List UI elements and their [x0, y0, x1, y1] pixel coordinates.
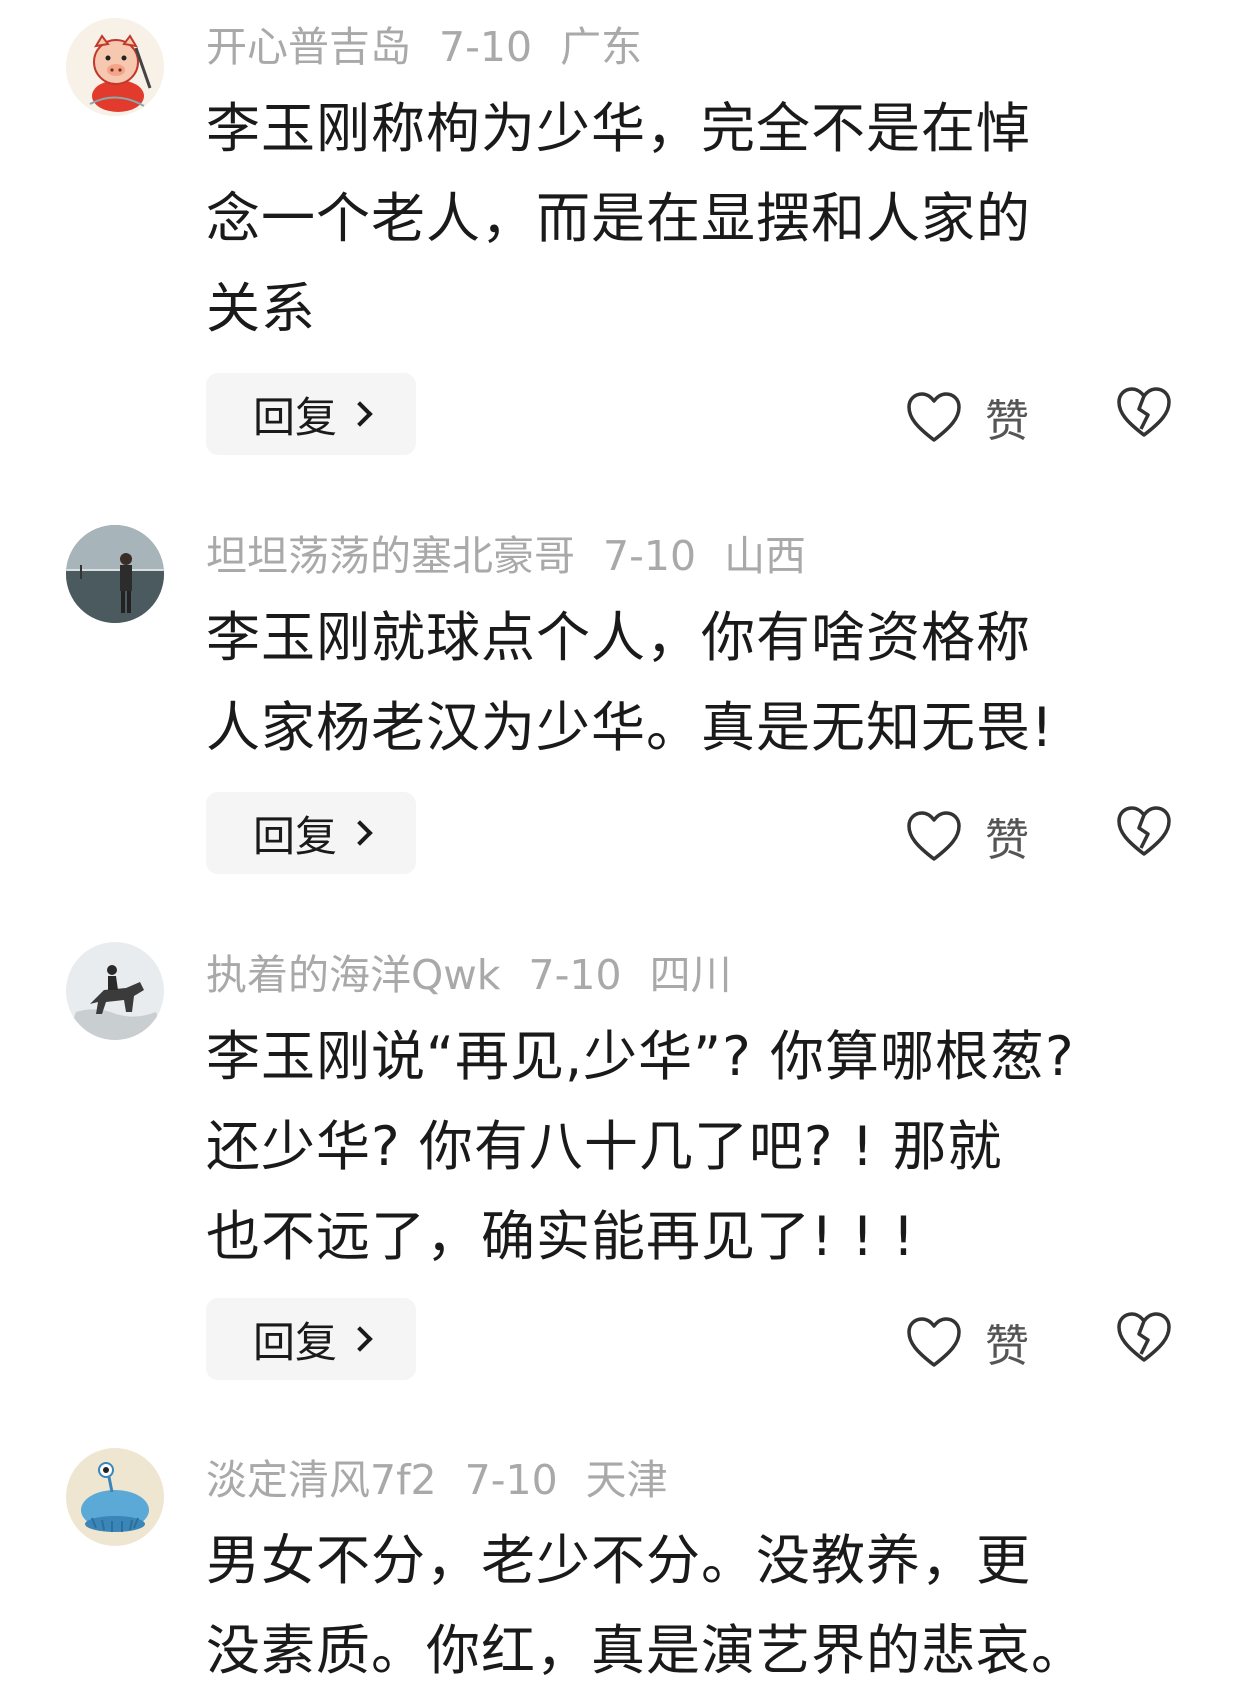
like-button[interactable]: 赞 [905, 385, 1029, 449]
dislike-button[interactable] [1115, 385, 1173, 443]
comment-meta: 开心普吉岛 7-10 广东 [206, 27, 670, 68]
comment-line: 念一个老人，而是在显摆和人家的 [206, 187, 1031, 250]
comment-meta: 淡定清风7f2 7-10 天津 [206, 1460, 696, 1501]
reply-label: 回复 [252, 1317, 337, 1367]
comment-text: 李玉刚就球点个人，你有啥资格称 人家杨老汉为少华。真是无知无畏! [206, 593, 1196, 773]
comment-line: 男女不分，老少不分。没教养，更 [206, 1529, 1031, 1592]
reply-label: 回复 [252, 811, 337, 861]
cartoon-pig-avatar-icon [66, 18, 164, 116]
comment-date: 7-10 [464, 1456, 558, 1504]
username[interactable]: 开心普吉岛 [206, 23, 411, 71]
heart-outline-icon [907, 1317, 961, 1367]
comment-location: 广东 [560, 23, 643, 71]
chevron-right-icon [347, 401, 373, 427]
comment-meta: 执着的海洋Qwk 7-10 四川 [206, 955, 760, 996]
comment-line: 没素质。你红，真是演艺界的悲哀。 [206, 1619, 1086, 1682]
avatar[interactable] [66, 942, 164, 1040]
person-photo-avatar-icon [66, 525, 164, 623]
like-label: 赞 [985, 396, 1029, 447]
like-button[interactable]: 赞 [905, 804, 1029, 868]
username[interactable]: 坦坦荡荡的塞北豪哥 [206, 532, 575, 580]
comment-line: 也不远了，确实能再见了! ! ! [206, 1205, 916, 1268]
like-label: 赞 [985, 1321, 1029, 1372]
dislike-button[interactable] [1115, 804, 1173, 862]
horse-rider-avatar-icon [66, 942, 164, 1040]
chevron-right-icon [347, 1326, 373, 1352]
blue-alien-avatar-icon [66, 1448, 164, 1546]
comment-line: 李玉刚称枸为少华，完全不是在悼 [206, 97, 1031, 160]
comment-line: 关系 [206, 277, 316, 340]
comment-location: 四川 [649, 951, 732, 999]
comment-line: 李玉刚就球点个人，你有啥资格称 [206, 606, 1031, 669]
username[interactable]: 执着的海洋Qwk [206, 951, 501, 999]
like-label: 赞 [985, 815, 1029, 866]
broken-heart-icon [1117, 387, 1171, 437]
reply-button[interactable]: 回复 [206, 792, 416, 874]
comment-text: 李玉刚说“再见,少华”? 你算哪根葱? 还少华? 你有八十几了吧? ! 那就 也… [206, 1012, 1196, 1282]
reply-label: 回复 [252, 392, 337, 442]
comment-date: 7-10 [603, 532, 697, 580]
comment-date: 7-10 [439, 23, 533, 71]
comment-location: 山西 [724, 532, 807, 580]
heart-outline-icon [907, 392, 961, 442]
broken-heart-icon [1117, 1312, 1171, 1362]
comment-line: 还少华? 你有八十几了吧? ! 那就 [206, 1115, 1003, 1178]
comment-text: 李玉刚称枸为少华，完全不是在悼 念一个老人，而是在显摆和人家的 关系 [206, 84, 1196, 354]
reply-button[interactable]: 回复 [206, 1298, 416, 1380]
reply-button[interactable]: 回复 [206, 373, 416, 455]
like-button[interactable]: 赞 [905, 1310, 1029, 1374]
dislike-button[interactable] [1115, 1310, 1173, 1368]
broken-heart-icon [1117, 806, 1171, 856]
comment-location: 天津 [585, 1456, 668, 1504]
comment-date: 7-10 [528, 951, 622, 999]
chevron-right-icon [347, 820, 373, 846]
comment-line: 李玉刚说“再见,少华”? 你算哪根葱? [206, 1025, 1075, 1088]
heart-outline-icon [907, 811, 961, 861]
comment-meta: 坦坦荡荡的塞北豪哥 7-10 山西 [206, 536, 834, 577]
avatar[interactable] [66, 525, 164, 623]
comment-text: 男女不分，老少不分。没教养，更 没素质。你红，真是演艺界的悲哀。 [206, 1516, 1196, 1696]
avatar[interactable] [66, 18, 164, 116]
comment-line: 人家杨老汉为少华。真是无知无畏! [206, 696, 1054, 759]
avatar[interactable] [66, 1448, 164, 1546]
username[interactable]: 淡定清风7f2 [206, 1456, 437, 1504]
